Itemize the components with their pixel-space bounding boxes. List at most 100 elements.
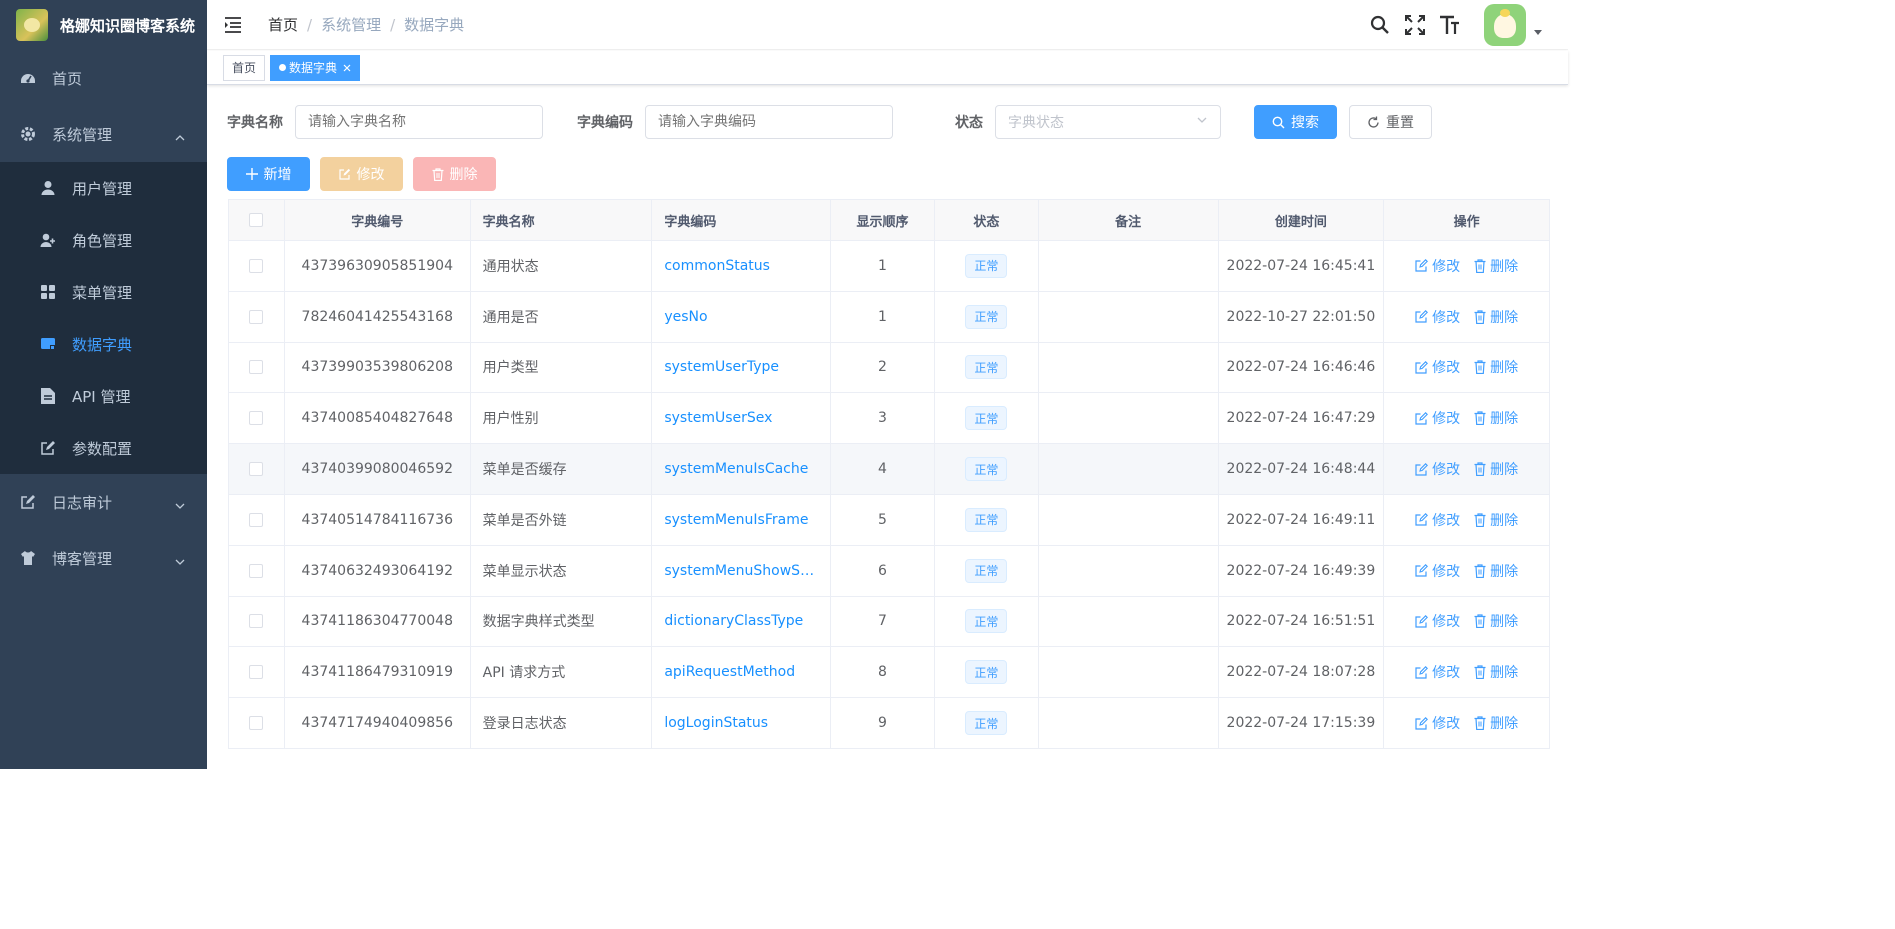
row-delete-button[interactable]: 删除 xyxy=(1474,307,1518,327)
dict-name-input[interactable] xyxy=(295,105,543,139)
table-row[interactable]: 43739630905851904 通用状态 commonStatus 1 正常 2022… xyxy=(229,240,1549,291)
search-icon xyxy=(1272,116,1285,129)
row-edit-button[interactable]: 修改 xyxy=(1415,510,1460,530)
row-delete-button[interactable]: 删除 xyxy=(1474,713,1518,733)
row-edit-button[interactable]: 修改 xyxy=(1415,408,1460,428)
dict-code-link[interactable]: logLoginStatus xyxy=(664,715,768,731)
row-checkbox[interactable] xyxy=(249,258,264,273)
row-checkbox[interactable] xyxy=(249,309,264,324)
reset-button[interactable]: 重置 xyxy=(1349,105,1432,139)
delete-button[interactable]: 删除 xyxy=(413,157,496,191)
sidebar-item-params[interactable]: 参数配置 xyxy=(0,422,207,474)
fullscreen-icon[interactable] xyxy=(1404,14,1426,36)
dict-code-input[interactable] xyxy=(645,105,893,139)
select-all-checkbox[interactable] xyxy=(249,213,264,227)
close-icon[interactable] xyxy=(343,56,351,80)
font-size-icon[interactable] xyxy=(1439,14,1461,36)
search-icon[interactable] xyxy=(1369,14,1391,36)
header-remark[interactable]: 备注 xyxy=(1039,200,1219,240)
row-edit-button[interactable]: 修改 xyxy=(1415,713,1460,733)
header-status[interactable]: 状态 xyxy=(935,200,1039,240)
header-dict-id[interactable]: 字典编号 xyxy=(285,200,471,240)
dict-code-link[interactable]: systemUserType xyxy=(664,359,779,375)
header-dict-code[interactable]: 字典编码 xyxy=(652,200,832,240)
row-checkbox[interactable] xyxy=(249,563,264,578)
header-dict-name[interactable]: 字典名称 xyxy=(471,200,653,240)
edit-button[interactable]: 修改 xyxy=(320,157,403,191)
sidebar-item-blog[interactable]: 博客管理 xyxy=(0,530,207,586)
cell-created-time: 2022-10-27 22:01:50 xyxy=(1219,291,1385,342)
row-edit-button[interactable]: 修改 xyxy=(1415,561,1460,581)
table-row[interactable]: 43740085404827648 用户性别 systemUserSex 3 正常 202… xyxy=(229,392,1549,444)
header-display-order[interactable]: 显示顺序 xyxy=(831,200,935,240)
dict-code-link[interactable]: systemMenuIsCache xyxy=(664,461,808,477)
search-button[interactable]: 搜索 xyxy=(1254,105,1337,139)
caret-down-icon[interactable] xyxy=(1534,29,1542,35)
row-delete-label: 删除 xyxy=(1490,512,1519,529)
row-checkbox[interactable] xyxy=(249,665,264,680)
row-checkbox[interactable] xyxy=(249,360,264,375)
row-edit-button[interactable]: 修改 xyxy=(1415,256,1460,276)
edit-icon xyxy=(1415,513,1429,526)
row-delete-button[interactable]: 删除 xyxy=(1474,662,1518,682)
status-select[interactable]: 字典状态 xyxy=(995,105,1221,139)
row-delete-button[interactable]: 删除 xyxy=(1474,408,1518,428)
breadcrumb-home[interactable]: 首页 xyxy=(268,14,298,35)
row-checkbox[interactable] xyxy=(249,411,264,426)
trash-icon xyxy=(1474,360,1486,375)
dict-code-link[interactable]: systemMenuIsFrame xyxy=(664,512,808,528)
dict-code-link[interactable]: apiRequestMethod xyxy=(664,664,795,680)
row-checkbox[interactable] xyxy=(249,462,264,477)
sidebar-item-home[interactable]: 首页 xyxy=(0,50,207,106)
row-checkbox[interactable] xyxy=(249,614,264,629)
row-checkbox[interactable] xyxy=(249,512,264,527)
sidebar-item-menus[interactable]: 菜单管理 xyxy=(0,266,207,318)
table-row[interactable]: 43740399080046592 菜单是否缓存 systemMenuIsCache… xyxy=(229,443,1549,494)
logo[interactable]: 格娜知识圈博客系统 xyxy=(0,0,207,50)
row-edit-button[interactable]: 修改 xyxy=(1415,459,1460,479)
row-edit-button[interactable]: 修改 xyxy=(1415,611,1460,631)
sidebar-item-roles[interactable]: 角色管理 xyxy=(0,214,207,266)
cell-dict-id: 43741186304770048 xyxy=(285,596,471,647)
dict-code-link[interactable]: commonStatus xyxy=(664,258,770,274)
table-row[interactable]: 43740514784116736 菜单是否外链 systemMenuIsFrame… xyxy=(229,493,1549,545)
dict-code-link[interactable]: dictionaryClassType xyxy=(664,613,803,629)
dictionary-icon xyxy=(40,336,56,352)
row-delete-button[interactable]: 删除 xyxy=(1474,357,1518,377)
sidebar-item-system[interactable]: 系统管理 xyxy=(0,106,207,162)
plus-icon xyxy=(245,168,258,180)
hamburger-icon[interactable] xyxy=(224,15,244,35)
row-delete-button[interactable]: 删除 xyxy=(1474,459,1518,479)
table-row[interactable]: 43747174940409856 登录日志状态 logLoginStatus 9 正常… xyxy=(229,697,1549,748)
table-row[interactable]: 43741186304770048 数据字典样式类型 dictionaryClass… xyxy=(229,595,1549,647)
dict-code-link[interactable]: yesNo xyxy=(664,309,707,325)
sidebar-item-dictionary[interactable]: 数据字典 xyxy=(0,318,207,370)
header-created-time[interactable]: 创建时间 xyxy=(1219,200,1385,240)
row-delete-button[interactable]: 删除 xyxy=(1474,611,1518,631)
edit-icon xyxy=(1415,564,1429,577)
row-delete-button[interactable]: 删除 xyxy=(1474,510,1518,530)
table-row[interactable]: 43740632493064192 菜单显示状态 systemMenuShowSt…… xyxy=(229,544,1549,596)
avatar[interactable] xyxy=(1484,4,1526,46)
cell-display-order: 1 xyxy=(831,291,935,342)
tag-home[interactable]: 首页 xyxy=(223,54,266,81)
row-edit-button[interactable]: 修改 xyxy=(1415,357,1460,377)
sidebar-item-users[interactable]: 用户管理 xyxy=(0,162,207,214)
row-select-cell xyxy=(229,647,285,698)
row-delete-button[interactable]: 删除 xyxy=(1474,256,1518,276)
table-row[interactable]: 78246041425543168 通用是否 yesNo 1 正常 2022-10-27 … xyxy=(229,290,1549,342)
dict-code-link[interactable]: systemMenuShowSt… xyxy=(664,563,818,579)
sidebar-item-audit[interactable]: 日志审计 xyxy=(0,474,207,530)
row-edit-button[interactable]: 修改 xyxy=(1415,662,1460,682)
dict-code-link[interactable]: systemUserSex xyxy=(664,410,772,426)
row-delete-button[interactable]: 删除 xyxy=(1474,561,1518,581)
sidebar-item-api[interactable]: API 管理 xyxy=(0,370,207,422)
row-edit-button[interactable]: 修改 xyxy=(1415,307,1460,327)
tag-dictionary[interactable]: 数据字典 xyxy=(270,54,361,81)
cell-remark xyxy=(1039,393,1219,444)
cell-dict-name: API 请求方式 xyxy=(471,647,653,698)
row-checkbox[interactable] xyxy=(249,716,264,731)
add-button[interactable]: 新增 xyxy=(227,157,310,191)
table-row[interactable]: 43739903539806208 用户类型 systemUserType 2 正常 20… xyxy=(229,341,1549,393)
table-row[interactable]: 43741186479310919 API 请求方式 apiRequestMetho… xyxy=(229,646,1549,698)
